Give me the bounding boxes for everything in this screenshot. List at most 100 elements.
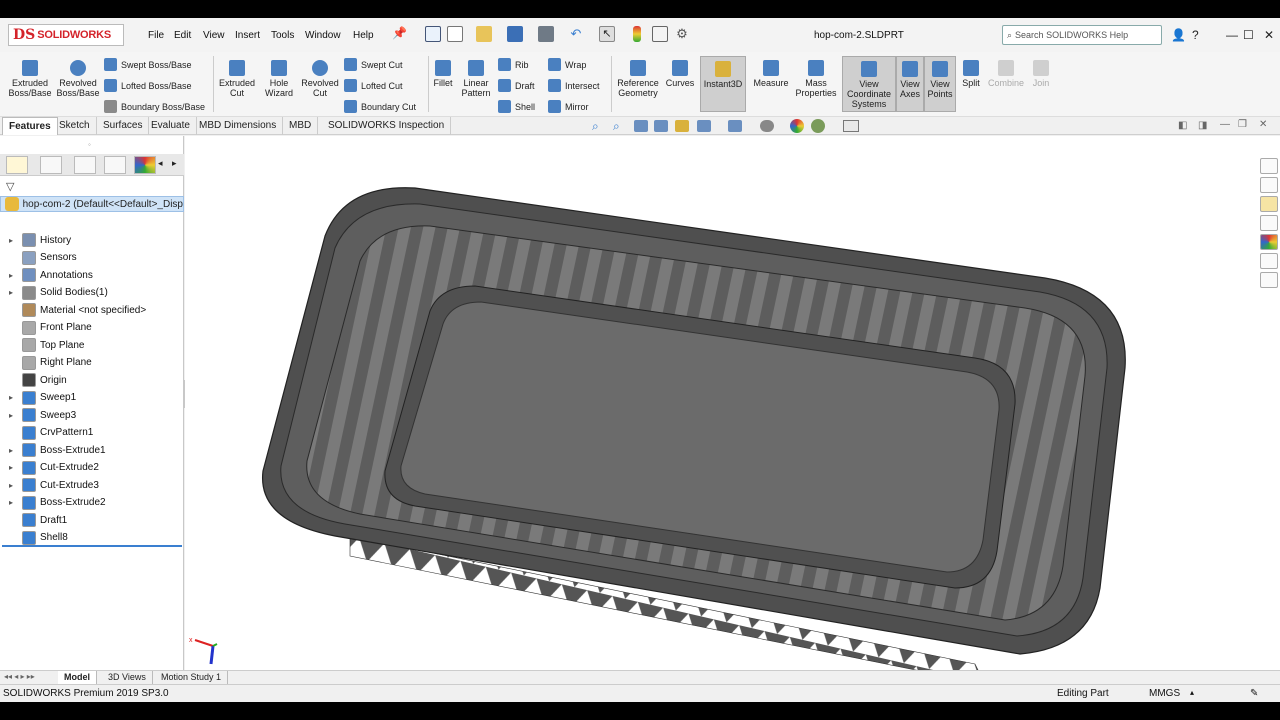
tab-model[interactable]: Model <box>58 671 97 685</box>
expand-arrow-icon[interactable]: ▸ <box>6 288 16 297</box>
maximize-button[interactable]: ☐ <box>1243 28 1254 42</box>
task-pane-home-icon[interactable] <box>1260 158 1278 174</box>
swept-cut-button[interactable]: Swept Cut <box>344 58 403 71</box>
linear-pattern-button[interactable]: Linear Pattern <box>458 60 494 98</box>
display-style-icon[interactable] <box>728 120 742 132</box>
boundary-cut-button[interactable]: Boundary Cut <box>344 100 416 113</box>
custom-properties-icon[interactable] <box>1260 253 1278 269</box>
menu-tools[interactable]: Tools <box>271 30 294 41</box>
panel-left-icon[interactable]: ◧ <box>1178 120 1187 131</box>
tab-mbd[interactable]: MBD <box>283 117 319 135</box>
curves-button[interactable]: Curves <box>664 60 696 88</box>
tab-motion-study[interactable]: Motion Study 1 <box>155 671 229 685</box>
zoom-to-fit-icon[interactable]: ⌕ <box>592 119 606 133</box>
tree-item[interactable]: ▸ Solid Bodies(1) <box>0 285 108 301</box>
doc-restore-button[interactable]: ❐ <box>1238 119 1247 130</box>
tab-features[interactable]: Features <box>2 117 58 135</box>
wrap-button[interactable]: Wrap <box>548 58 586 71</box>
menu-insert[interactable]: Insert <box>235 30 260 41</box>
menu-view[interactable]: View <box>203 30 225 41</box>
lofted-cut-button[interactable]: Lofted Cut <box>344 79 403 92</box>
tree-item[interactable]: ▸ Cut-Extrude3 <box>0 477 99 493</box>
lofted-boss-button[interactable]: Lofted Boss/Base <box>104 79 192 92</box>
reference-geometry-button[interactable]: Reference Geometry <box>614 60 662 98</box>
tab-solidworks-inspection[interactable]: SOLIDWORKS Inspection <box>322 117 452 135</box>
tree-item[interactable]: Material <not specified> <box>0 302 146 318</box>
expand-arrow-icon[interactable]: ▸ <box>6 393 16 402</box>
expand-arrow-icon[interactable]: ▸ <box>6 411 16 420</box>
tree-item[interactable]: ▸ Cut-Extrude2 <box>0 460 99 476</box>
view-points-button[interactable]: View Points <box>924 56 956 112</box>
expand-arrow-icon[interactable]: ▸ <box>6 271 16 280</box>
revolved-cut-button[interactable]: Revolved Cut <box>300 60 340 98</box>
dimxpert-tab-icon[interactable] <box>104 156 126 174</box>
expand-arrow-icon[interactable]: ▸ <box>6 498 16 507</box>
print-icon[interactable] <box>538 26 554 42</box>
expand-arrow-icon[interactable]: ▸ <box>6 463 16 472</box>
draft-button[interactable]: Draft <box>498 79 535 92</box>
tree-item[interactable]: ▸ Sweep1 <box>0 390 76 406</box>
view-settings-icon[interactable] <box>843 120 859 132</box>
tree-item[interactable]: Shell8 <box>0 530 68 546</box>
swept-boss-button[interactable]: Swept Boss/Base <box>104 58 192 71</box>
expand-arrow-icon[interactable]: ▸ <box>6 236 16 245</box>
mass-properties-button[interactable]: Mass Properties <box>794 60 838 98</box>
forum-icon[interactable] <box>1260 272 1278 288</box>
minimize-button[interactable]: — <box>1226 28 1238 42</box>
solidworks-logo[interactable]: DS SOLIDWORKS <box>8 24 124 46</box>
combine-button[interactable]: Combine <box>986 60 1026 88</box>
view-orientation-icon[interactable] <box>697 120 711 132</box>
tree-item[interactable]: Right Plane <box>0 355 92 371</box>
panel-right-icon[interactable]: ◨ <box>1198 120 1207 131</box>
rib-button[interactable]: Rib <box>498 58 529 71</box>
zoom-to-area-icon[interactable]: ⌕ <box>613 119 627 133</box>
user-icon[interactable]: 👤 <box>1171 28 1186 42</box>
expand-arrow-icon[interactable]: ▸ <box>6 481 16 490</box>
extruded-cut-button[interactable]: Extruded Cut <box>216 60 258 98</box>
intersect-button[interactable]: Intersect <box>548 79 600 92</box>
expand-arrow-icon[interactable]: ▸ <box>6 446 16 455</box>
tab-surfaces[interactable]: Surfaces <box>97 117 150 135</box>
instant3d-button[interactable]: Instant3D <box>700 56 746 112</box>
display-manager-tab-icon[interactable] <box>134 156 156 174</box>
menu-window[interactable]: Window <box>305 30 341 41</box>
units-selector[interactable]: MMGS <box>1149 688 1180 699</box>
apply-scene-icon[interactable] <box>811 119 825 133</box>
view-axes-button[interactable]: View Axes <box>896 56 924 112</box>
tab-sketch[interactable]: Sketch <box>53 117 97 135</box>
extruded-boss-button[interactable]: Extruded Boss/Base <box>8 60 52 98</box>
save-icon[interactable] <box>507 26 523 42</box>
tree-item[interactable]: Sensors <box>0 250 77 266</box>
view-palette-icon[interactable] <box>1260 215 1278 231</box>
search-help-input[interactable]: ⌕ Search SOLIDWORKS Help <box>1002 25 1162 45</box>
design-library-icon[interactable] <box>1260 177 1278 193</box>
select-cursor-icon[interactable]: ↖ <box>599 26 615 42</box>
fillet-button[interactable]: Fillet <box>431 60 455 88</box>
tree-item[interactable]: ▸ History <box>0 232 71 248</box>
file-properties-icon[interactable] <box>652 26 668 42</box>
undo-icon[interactable]: ↶ <box>568 26 584 42</box>
feature-tree-tab-icon[interactable] <box>6 156 28 174</box>
gear-icon[interactable]: ⚙ <box>674 26 690 42</box>
file-explorer-icon[interactable] <box>1260 196 1278 212</box>
menu-edit[interactable]: Edit <box>174 30 191 41</box>
doc-close-button[interactable]: ✕ <box>1259 119 1267 130</box>
doc-minimize-button[interactable]: — <box>1220 119 1230 130</box>
view-coordinate-systems-button[interactable]: View Coordinate Systems <box>842 56 896 112</box>
measure-button[interactable]: Measure <box>752 60 790 88</box>
section-view-icon[interactable] <box>654 120 668 132</box>
menu-help[interactable]: Help <box>353 30 374 41</box>
tree-item[interactable]: Front Plane <box>0 320 92 336</box>
tree-item[interactable]: Draft1 <box>0 512 67 528</box>
menu-file[interactable]: File <box>148 30 164 41</box>
part-root-node[interactable]: hop-com-2 (Default<<Default>_Disp <box>0 196 184 212</box>
appearances-icon[interactable] <box>1260 234 1278 250</box>
help-question-icon[interactable]: ? <box>1192 28 1199 42</box>
panel-grip-icon[interactable]: ◦ <box>88 140 91 149</box>
hide-show-items-icon[interactable] <box>760 120 774 132</box>
boundary-boss-button[interactable]: Boundary Boss/Base <box>104 100 205 113</box>
close-button[interactable]: ✕ <box>1264 28 1274 42</box>
home-icon[interactable] <box>425 26 441 42</box>
property-manager-tab-icon[interactable] <box>40 156 62 174</box>
tab-first-icon[interactable]: ◂◂ ◂ ▸ ▸▸ <box>4 672 35 681</box>
